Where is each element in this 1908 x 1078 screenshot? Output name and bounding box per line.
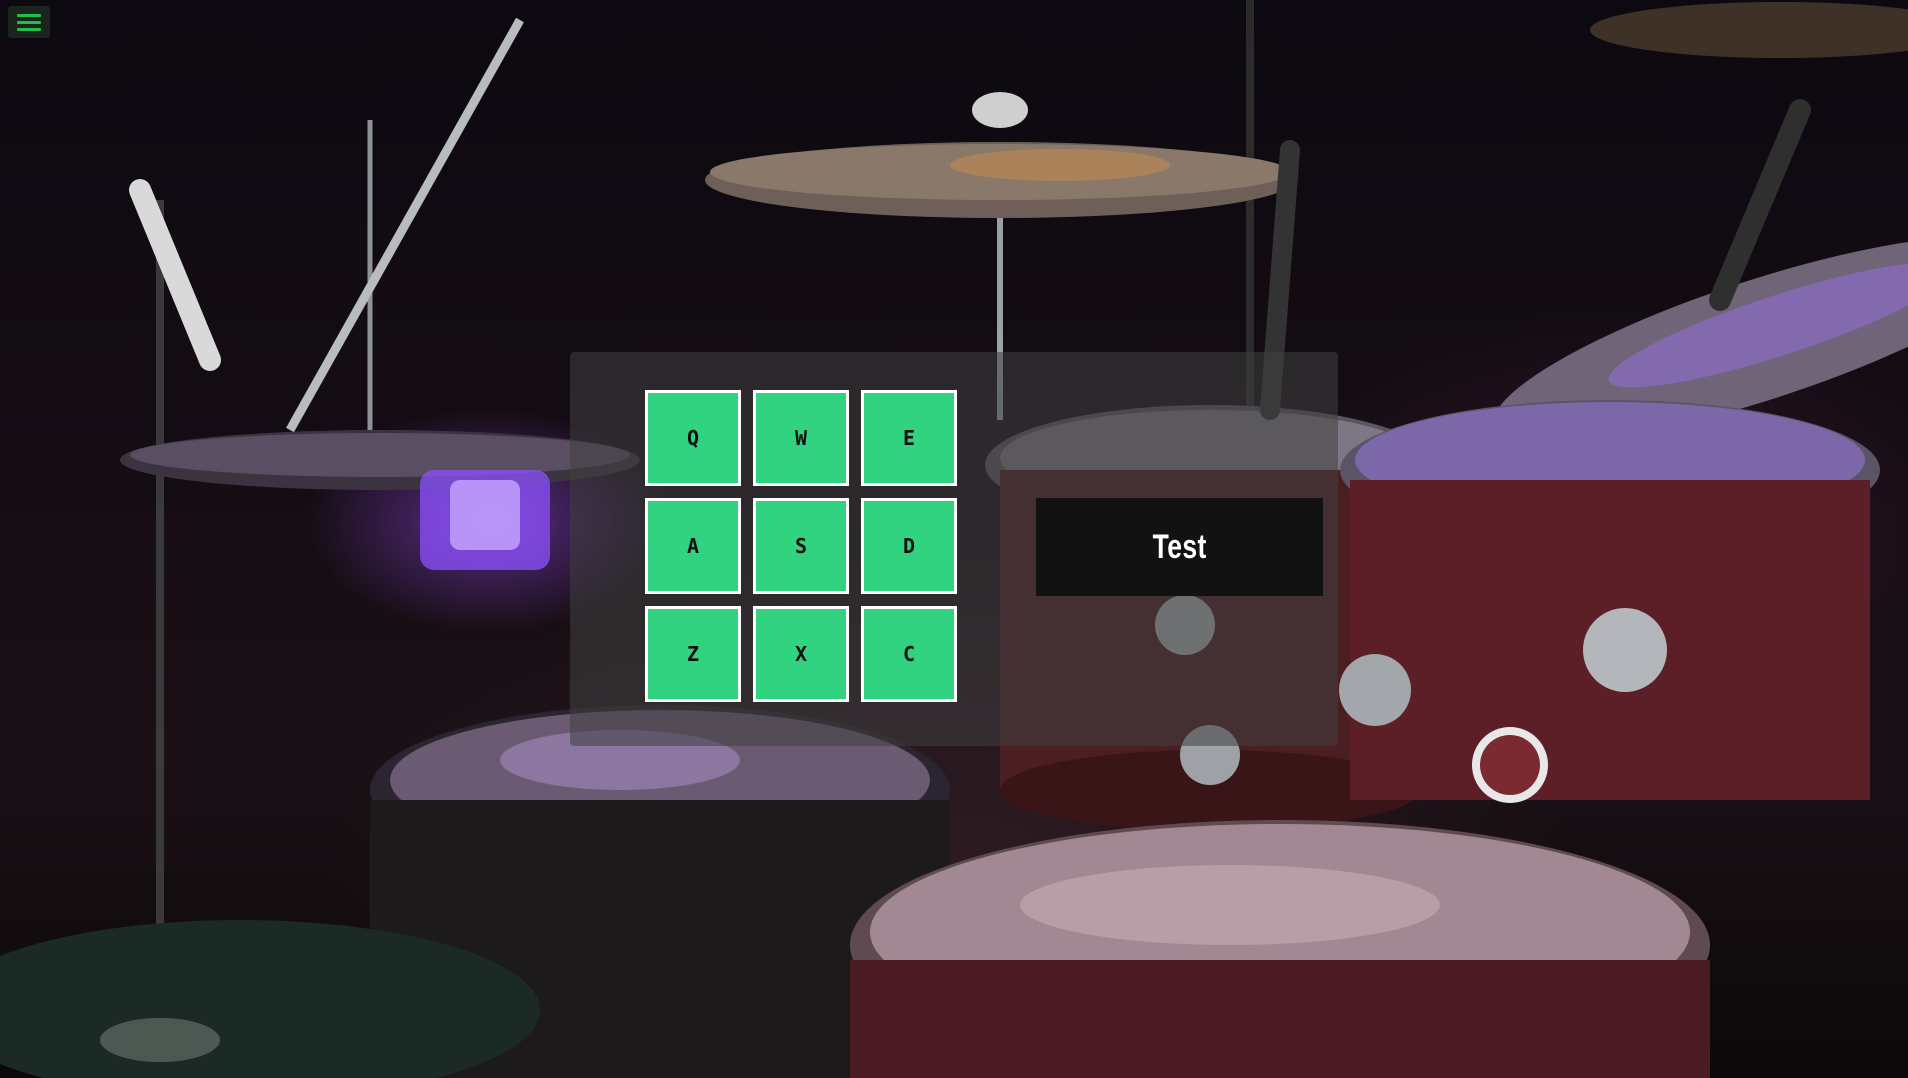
sound-display: Test (1036, 498, 1323, 596)
drum-pad-w[interactable]: W (753, 390, 849, 486)
menu-button[interactable] (8, 6, 50, 38)
drum-pad-c[interactable]: C (861, 606, 957, 702)
drum-pad-q[interactable]: Q (645, 390, 741, 486)
hamburger-menu-icon-bar (17, 20, 41, 24)
display-text: Test (1152, 527, 1207, 566)
hamburger-menu-icon-bar (17, 27, 41, 31)
hamburger-menu-icon (17, 13, 41, 17)
drum-pad-x[interactable]: X (753, 606, 849, 702)
drum-pad-e[interactable]: E (861, 390, 957, 486)
drum-pad-grid: Q W E A S D Z X C (645, 390, 957, 702)
drum-pad-a[interactable]: A (645, 498, 741, 594)
drum-pad-d[interactable]: D (861, 498, 957, 594)
drum-machine: Q W E A S D Z X C Test (570, 352, 1338, 746)
drum-pad-s[interactable]: S (753, 498, 849, 594)
drum-pad-z[interactable]: Z (645, 606, 741, 702)
